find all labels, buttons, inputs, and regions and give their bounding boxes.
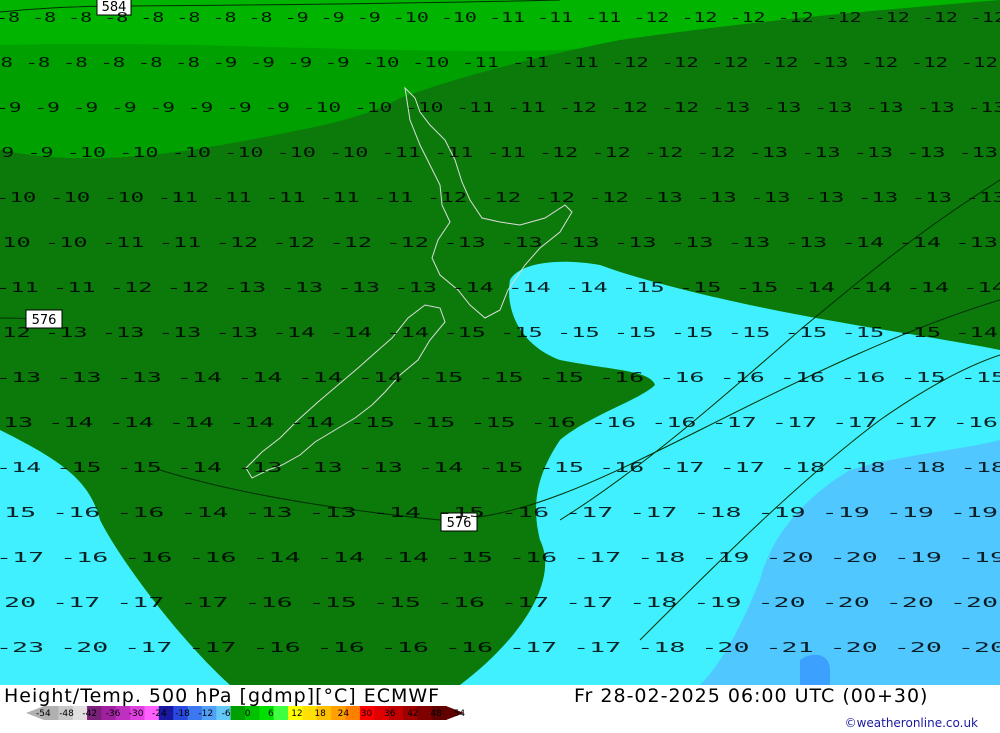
temperature-row: -11 -11 -12 -12 -13 -13 -13 -13 -14 -14 … [0, 281, 1000, 296]
scale-tick-label: 18 [314, 709, 326, 719]
map-datetime: Fr 28-02-2025 06:00 UTC (00+30) [574, 685, 929, 707]
temperature-row: -10 -10 -10 -11 -11 -11 -11 -11 -12 -12 … [0, 191, 1000, 206]
temperature-row: -17 -16 -16 -16 -14 -14 -14 -15 -16 -17 … [0, 551, 1000, 566]
weather-map: 584 576 576 -8 -8 -8 -8 -8 -8 -8 -8 -9 -… [0, 0, 1000, 685]
scale-tick-label: 24 [337, 709, 350, 719]
scale-tick-label: -24 [152, 709, 167, 719]
map-footer: Height/Temp. 500 hPa [gdmp][°C] ECMWF Fr… [0, 685, 1000, 733]
scale-tick-label: 6 [268, 709, 274, 719]
scale-tick-label: -36 [105, 709, 121, 719]
temperature-row: -20 -17 -17 -17 -16 -15 -15 -16 -17 -17 … [0, 596, 998, 611]
scale-tick-label: -42 [82, 709, 98, 719]
scale-tick-label: 54 [453, 709, 466, 719]
credit-link[interactable]: ©weatheronline.co.uk [845, 716, 978, 730]
scale-tick-label: -30 [128, 709, 144, 719]
scale-tick-label: -54 [36, 709, 51, 719]
map-title: Height/Temp. 500 hPa [gdmp][°C] ECMWF [4, 685, 441, 707]
scale-tick-label: -48 [59, 709, 74, 719]
temperature-row: -10 -10 -11 -11 -12 -12 -12 -12 -13 -13 … [0, 236, 998, 251]
temperature-row: -15 -16 -16 -14 -13 -13 -14 -15 -16 -17 … [0, 506, 998, 521]
scale-tick-label: -18 [175, 709, 190, 719]
temperature-row: -13 -13 -13 -14 -14 -14 -14 -15 -15 -15 … [0, 371, 1000, 386]
scale-tick-label: 36 [384, 709, 396, 719]
scale-tick-label: -12 [198, 709, 214, 719]
scale-tick-label: 30 [360, 709, 373, 719]
scale-tick-label: 12 [291, 709, 303, 719]
temperature-row: -8 -8 -8 -8 -8 -8 -8 -8 -9 -9 -9 -10 -10… [0, 11, 1000, 26]
scale-tick-label: 48 [430, 709, 442, 719]
scale-swatch [273, 706, 289, 720]
temperature-row: -9 -9 -10 -10 -10 -10 -10 -10 -11 -11 -1… [0, 146, 998, 161]
temperature-row: -12 -13 -13 -13 -13 -14 -14 -14 -15 -15 … [0, 326, 998, 341]
scale-tick-label: -6 [221, 709, 231, 719]
temperature-row: -23 -20 -17 -17 -16 -16 -16 -16 -17 -17 … [0, 641, 1000, 656]
temperature-row: -14 -15 -15 -14 -13 -13 -13 -14 -15 -15 … [0, 461, 1000, 476]
temperature-field: -8 -8 -8 -8 -8 -8 -8 -8 -9 -9 -9 -10 -10… [0, 11, 1000, 656]
scale-tick-label: 0 [244, 709, 251, 719]
field-blue-spot [800, 654, 830, 685]
scale-swatch [230, 706, 246, 720]
scale-tick-label: 42 [407, 709, 419, 719]
temperature-row: -9 -9 -9 -9 -9 -9 -9 -9 -10 -10 -10 -11 … [0, 101, 1000, 116]
temperature-row: -8 -8 -8 -8 -8 -8 -9 -9 -9 -9 -10 -10 -1… [0, 56, 998, 71]
temperature-row: -13 -14 -14 -14 -14 -14 -15 -15 -15 -16 … [0, 416, 998, 431]
